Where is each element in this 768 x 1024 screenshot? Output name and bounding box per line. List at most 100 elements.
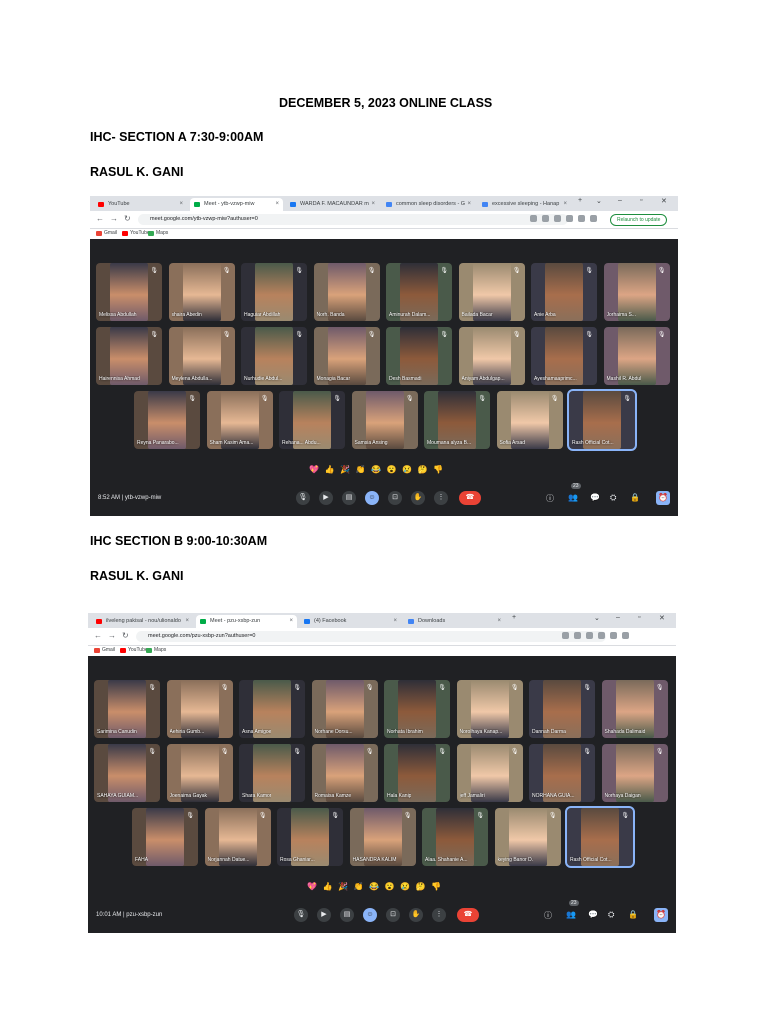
toolbar-icon[interactable]: [622, 632, 629, 639]
reload-icon[interactable]: ↻: [124, 214, 131, 223]
back-icon[interactable]: ←: [94, 631, 102, 640]
bookmark-item[interactable]: YouTube: [120, 647, 148, 653]
participant-tile[interactable]: 🎙︎ Reyna Panarabo...: [134, 391, 200, 449]
participant-tile[interactable]: 🎙︎ Hala Kanip: [384, 744, 450, 802]
minimize-icon[interactable]: –: [616, 614, 620, 621]
reaction-emoji[interactable]: 👏: [354, 882, 364, 891]
participant-tile[interactable]: 🎙︎ keying Banor D.: [494, 808, 561, 866]
browser-tab[interactable]: ilveleng pakisal - nou/ulionaldo ×: [92, 615, 193, 628]
participant-tile[interactable]: 🎙︎ Rash Official Cot...: [565, 806, 635, 868]
reaction-emoji[interactable]: 👎: [433, 465, 443, 474]
participant-tile[interactable]: 🎙︎ Haguiar Abdillah: [241, 263, 307, 321]
close-window-icon[interactable]: ✕: [659, 614, 665, 622]
toolbar-icon[interactable]: [574, 632, 581, 639]
participant-tile[interactable]: 🎙︎ Shahada Dalimaid: [601, 680, 668, 738]
mic-icon[interactable]: 🎙: [296, 491, 310, 505]
relaunch-button[interactable]: Relaunch to update: [610, 214, 668, 226]
close-tab-icon[interactable]: ×: [393, 615, 397, 628]
info-icon[interactable]: ⓘ: [546, 493, 554, 504]
maximize-icon[interactable]: ▫: [640, 197, 642, 204]
participant-tile[interactable]: 🎙︎ Moumana alyza B...: [424, 391, 490, 449]
captions-icon[interactable]: ▤: [340, 908, 354, 922]
chat-icon[interactable]: 💬: [588, 910, 598, 919]
participant-tile[interactable]: 🎙︎ Rehana... Abdu...: [279, 391, 345, 449]
forward-icon[interactable]: →: [108, 631, 116, 640]
browser-tab[interactable]: Downloads ×: [404, 615, 505, 628]
participant-tile[interactable]: 🎙︎ Norhane Dorsu...: [311, 680, 378, 738]
participant-tile[interactable]: 🎙︎ Jorhaima S...: [603, 263, 670, 321]
participant-tile[interactable]: 🎙︎ Norjannah Datue...: [204, 808, 271, 866]
participant-tile[interactable]: 🎙︎ NORHANA GUIA...: [529, 744, 595, 802]
camera-icon[interactable]: ▶: [319, 491, 333, 505]
participant-tile[interactable]: 🎙︎ SAHAYA GUIAM...: [94, 744, 160, 802]
reaction-emoji[interactable]: 👍: [323, 882, 333, 891]
reaction-emoji[interactable]: 😢: [402, 465, 412, 474]
close-window-icon[interactable]: ✕: [661, 197, 667, 205]
participant-tile[interactable]: 🎙︎ FAHA: [132, 808, 198, 866]
participant-tile[interactable]: 🎙︎ Norh. Banda: [313, 263, 380, 321]
browser-tab[interactable]: Meet - ytb-vzwp-miw ×: [190, 198, 283, 211]
reaction-emoji[interactable]: 👍: [325, 465, 335, 474]
participant-tile[interactable]: 🎙︎ HASANDRA KALIM: [349, 808, 416, 866]
leave-call-button[interactable]: ☎: [459, 491, 481, 505]
bookmark-item[interactable]: YouTube: [122, 230, 150, 236]
captions-icon[interactable]: ▤: [342, 491, 356, 505]
participant-tile[interactable]: 🎙︎ shaira Abedin: [168, 263, 235, 321]
toolbar-icon[interactable]: [530, 215, 537, 222]
participant-tile[interactable]: 🎙︎ Sham Kasim Ama...: [206, 391, 273, 449]
raise-hand-icon[interactable]: ✋: [411, 491, 425, 505]
participant-tile[interactable]: 🎙︎ Sarimina Canudin: [94, 680, 160, 738]
reaction-emoji[interactable]: 👏: [356, 465, 366, 474]
new-tab-icon[interactable]: +: [578, 197, 582, 204]
reaction-emoji[interactable]: 😢: [400, 882, 410, 891]
reaction-emoji[interactable]: 💖: [309, 465, 319, 474]
participant-tile[interactable]: 🎙︎ Rosa Ghaniar...: [277, 808, 343, 866]
close-tab-icon[interactable]: ×: [371, 198, 375, 211]
participant-tile[interactable]: 🎙︎ Norhata Ibrahim: [384, 680, 450, 738]
participant-tile[interactable]: 🎙︎ Sofia Arsad: [496, 391, 563, 449]
participant-tile[interactable]: 🎙︎ Joenaima Gayak: [166, 744, 233, 802]
chevron-down-icon[interactable]: ⌄: [594, 614, 600, 622]
participant-tile[interactable]: 🎙︎ Meylena Abdulla...: [168, 327, 235, 385]
participant-tile[interactable]: 🎙︎ Bailada Bacar: [458, 263, 525, 321]
chat-icon[interactable]: 💬: [590, 493, 600, 502]
close-tab-icon[interactable]: ×: [179, 198, 183, 211]
close-tab-icon[interactable]: ×: [289, 615, 293, 628]
bookmark-item[interactable]: Gmail: [94, 647, 115, 653]
activities-icon[interactable]: ⛭: [610, 493, 616, 503]
participant-tile[interactable]: 🎙︎ jeff Jamaliri: [456, 744, 523, 802]
activities-icon[interactable]: ⛭: [608, 910, 614, 920]
participant-tile[interactable]: 🎙︎ Samsia Ansing: [351, 391, 418, 449]
browser-tab[interactable]: WARDA F. MACAUNDAR m ×: [286, 198, 379, 211]
participant-tile[interactable]: 🎙︎ Desh Basmadi: [386, 327, 452, 385]
browser-tab[interactable]: excessive sleeping - Hanap ×: [478, 198, 571, 211]
toolbar-icon[interactable]: [578, 215, 585, 222]
participant-tile[interactable]: 🎙︎ Ayeshamaaprimc...: [531, 327, 597, 385]
maximize-icon[interactable]: ▫: [638, 614, 640, 621]
reaction-emoji[interactable]: 🎉: [338, 882, 348, 891]
participant-tile[interactable]: 🎙︎ Norhaya Daigan: [601, 744, 668, 802]
browser-tab[interactable]: YouTube ×: [94, 198, 187, 211]
url-input[interactable]: meet.google.com/ytb-vzwp-miw?authuser=0: [138, 214, 568, 225]
leave-call-button[interactable]: ☎: [457, 908, 479, 922]
participant-tile[interactable]: 🎙︎ Asna Amigoe: [239, 680, 305, 738]
participant-tile[interactable]: 🎙︎ Aniyam Abdulgap...: [458, 327, 525, 385]
participant-tile[interactable]: 🎙︎ Alaa. Shahanie A...: [422, 808, 488, 866]
reaction-emoji[interactable]: 💖: [307, 882, 317, 891]
participant-tile[interactable]: 🎙︎ Aehiria Gumb...: [166, 680, 233, 738]
present-icon[interactable]: ⊡: [386, 908, 400, 922]
minimize-icon[interactable]: –: [618, 197, 622, 204]
toolbar-icon[interactable]: [554, 215, 561, 222]
emoji-icon[interactable]: ☺: [365, 491, 379, 505]
browser-tab[interactable]: (4) Facebook ×: [300, 615, 401, 628]
close-tab-icon[interactable]: ×: [467, 198, 471, 211]
bookmark-item[interactable]: Gmail: [96, 230, 117, 236]
participant-tile[interactable]: 🎙︎ Mashil R. Abdul: [603, 327, 670, 385]
more-options-icon[interactable]: ⋮: [434, 491, 448, 505]
alarm-icon[interactable]: ⏰: [656, 491, 670, 505]
reaction-emoji[interactable]: 🎉: [340, 465, 350, 474]
participant-tile[interactable]: 🎙︎ Aminurah Dalam...: [386, 263, 452, 321]
participant-tile[interactable]: 🎙︎ Shara Kamor: [239, 744, 305, 802]
close-tab-icon[interactable]: ×: [185, 615, 189, 628]
back-icon[interactable]: ←: [96, 214, 104, 223]
